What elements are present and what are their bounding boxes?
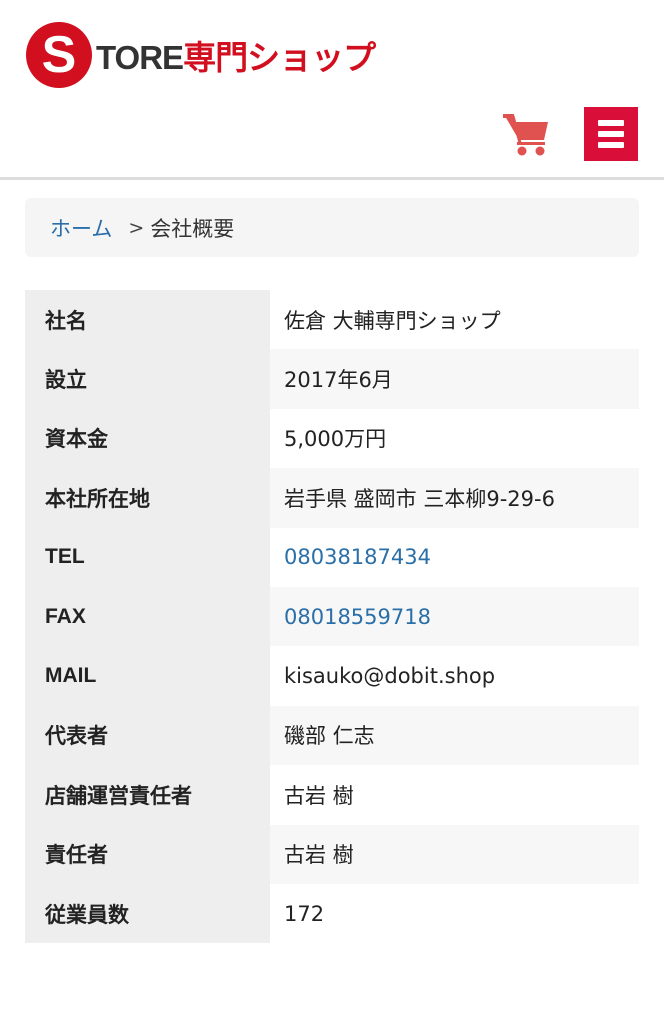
row-value-employees: 172 [284, 901, 325, 926]
row-label-established: 設立 [25, 349, 270, 409]
tel-link[interactable]: 08038187434 [284, 545, 431, 569]
logo-letter: S [41, 26, 77, 84]
row-label-person-in-charge: 責任者 [25, 824, 270, 884]
row-value-capital: 5,000万円 [284, 427, 387, 452]
table-row: MAIL kisauko@dobit.shop [25, 646, 639, 706]
table-row: 代表者 磯部 仁志 [25, 705, 639, 766]
row-value-established: 2017年6月 [284, 368, 393, 393]
table-row: 責任者 古岩 樹 [25, 824, 639, 884]
row-label-tel: TEL [25, 527, 270, 587]
row-label-company-name: 社名 [25, 290, 270, 350]
row-value-representative: 磯部 仁志 [284, 724, 375, 749]
fax-link[interactable]: 08018559718 [284, 605, 431, 629]
hamburger-menu-icon [598, 120, 624, 148]
row-label-capital: 資本金 [25, 408, 270, 469]
logo-circle: S [26, 22, 92, 88]
row-value-person-in-charge: 古岩 樹 [284, 843, 354, 868]
row-value-headquarters: 岩手県 盛岡市 三本柳9-29-6 [284, 486, 555, 511]
row-value-store-manager: 古岩 樹 [284, 783, 354, 808]
row-label-mail: MAIL [25, 646, 270, 706]
cart-button[interactable] [503, 112, 551, 158]
table-row: FAX 08018559718 [25, 586, 639, 647]
cart-icon [503, 114, 548, 156]
row-value-mail: kisauko@dobit.shop [284, 664, 496, 689]
table-row: 従業員数 172 [25, 883, 639, 944]
table-row: 設立 2017年6月 [25, 349, 639, 409]
row-label-employees: 従業員数 [25, 883, 270, 944]
logo-text-dark: TORE [96, 39, 184, 76]
table-row: 資本金 5,000万円 [25, 408, 639, 469]
row-label-headquarters: 本社所在地 [25, 468, 270, 528]
row-value-fax: 08018559718 [270, 587, 639, 646]
breadcrumb-home-link[interactable]: ホーム [50, 213, 112, 243]
row-label-fax: FAX [25, 586, 270, 647]
breadcrumb: ホーム > 会社概要 [25, 198, 639, 257]
logo-text-red: 専門ショップ [183, 39, 376, 76]
site-header: S TORE専門ショップ [0, 0, 664, 180]
row-value-tel: 08038187434 [270, 528, 639, 587]
store-logo[interactable]: S TORE専門ショップ [26, 22, 376, 88]
breadcrumb-current: 会社概要 [150, 216, 235, 241]
table-row: 店舗運営責任者 古岩 樹 [25, 765, 639, 825]
logo-text: TORE専門ショップ [96, 31, 376, 79]
breadcrumb-separator: > [128, 216, 145, 239]
table-row: TEL 08038187434 [25, 527, 639, 587]
row-label-representative: 代表者 [25, 705, 270, 766]
company-info-table: 社名 佐倉 大輔専門ショップ 設立 2017年6月 資本金 5,000万円 本社… [25, 290, 639, 944]
menu-button[interactable] [584, 107, 638, 161]
table-row: 本社所在地 岩手県 盛岡市 三本柳9-29-6 [25, 468, 639, 528]
row-value-company-name: 佐倉 大輔専門ショップ [284, 308, 501, 333]
table-row: 社名 佐倉 大輔専門ショップ [25, 290, 639, 350]
row-label-store-manager: 店舗運営責任者 [25, 765, 270, 825]
